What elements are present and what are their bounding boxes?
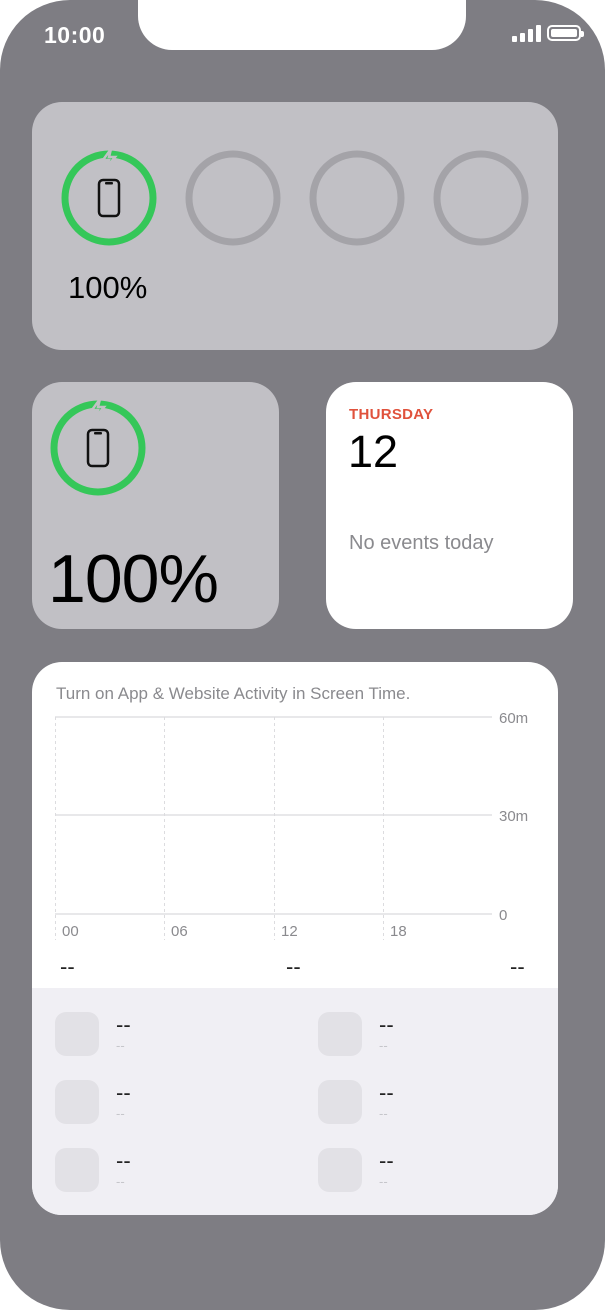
app-icon-placeholder (55, 1148, 99, 1192)
battery-percentage: 100% (68, 270, 148, 305)
battery-icon (547, 25, 584, 41)
app-time: -- (379, 1106, 388, 1121)
app-icon-placeholder (318, 1148, 362, 1192)
battery-ring-empty (309, 150, 405, 246)
phone-icon (86, 428, 110, 468)
battery-ring-empty (185, 150, 281, 246)
status-icons (512, 24, 584, 42)
battery-percentage-large: 100% (48, 541, 219, 617)
screen-time-total: -- (286, 954, 301, 979)
battery-ring-empty (433, 150, 529, 246)
phone-screen: 10:00 100% 100% THURSDAY 12 No events to… (0, 0, 605, 1310)
app-icon-placeholder (55, 1012, 99, 1056)
app-name: -- (379, 1012, 394, 1037)
app-icon-placeholder (318, 1012, 362, 1056)
x-label-18: 18 (390, 923, 407, 940)
notch (138, 0, 466, 50)
app-time: -- (379, 1038, 388, 1053)
x-label-06: 06 (171, 923, 188, 940)
signal-icon (512, 24, 541, 42)
status-time: 10:00 (44, 22, 106, 48)
app-icon-placeholder (55, 1080, 99, 1124)
app-time: -- (116, 1174, 125, 1189)
calendar-day: THURSDAY (349, 406, 434, 423)
app-icon-placeholder (318, 1080, 362, 1124)
y-label-30m: 30m (499, 808, 528, 825)
app-time: -- (116, 1106, 125, 1121)
x-label-00: 00 (62, 923, 79, 940)
battery-ring-phone (50, 399, 146, 496)
phone-icon (97, 178, 121, 218)
calendar-date: 12 (348, 426, 399, 477)
calendar-widget[interactable]: THURSDAY 12 No events today (326, 382, 573, 629)
app-name: -- (116, 1148, 131, 1173)
app-time: -- (116, 1038, 125, 1053)
screen-time-total: -- (60, 954, 75, 979)
app-name: -- (116, 1012, 131, 1037)
y-label-60m: 60m (499, 710, 528, 727)
battery-ring-phone (61, 149, 157, 246)
app-name: -- (379, 1080, 394, 1105)
app-time: -- (379, 1174, 388, 1189)
screen-time-widget[interactable]: Turn on App & Website Activity in Screen… (32, 662, 558, 1215)
screen-time-app-list: -- -- -- -- -- -- -- -- -- -- -- -- (32, 988, 558, 1215)
screen-time-chart: 60m 30m 0 00 06 12 18 (55, 710, 528, 940)
calendar-no-events: No events today (349, 532, 494, 554)
app-name: -- (116, 1080, 131, 1105)
app-name: -- (379, 1148, 394, 1173)
batteries-widget-medium[interactable] (32, 102, 558, 350)
screen-time-total: -- (510, 954, 525, 979)
y-label-0: 0 (499, 907, 507, 924)
x-label-12: 12 (281, 923, 298, 940)
